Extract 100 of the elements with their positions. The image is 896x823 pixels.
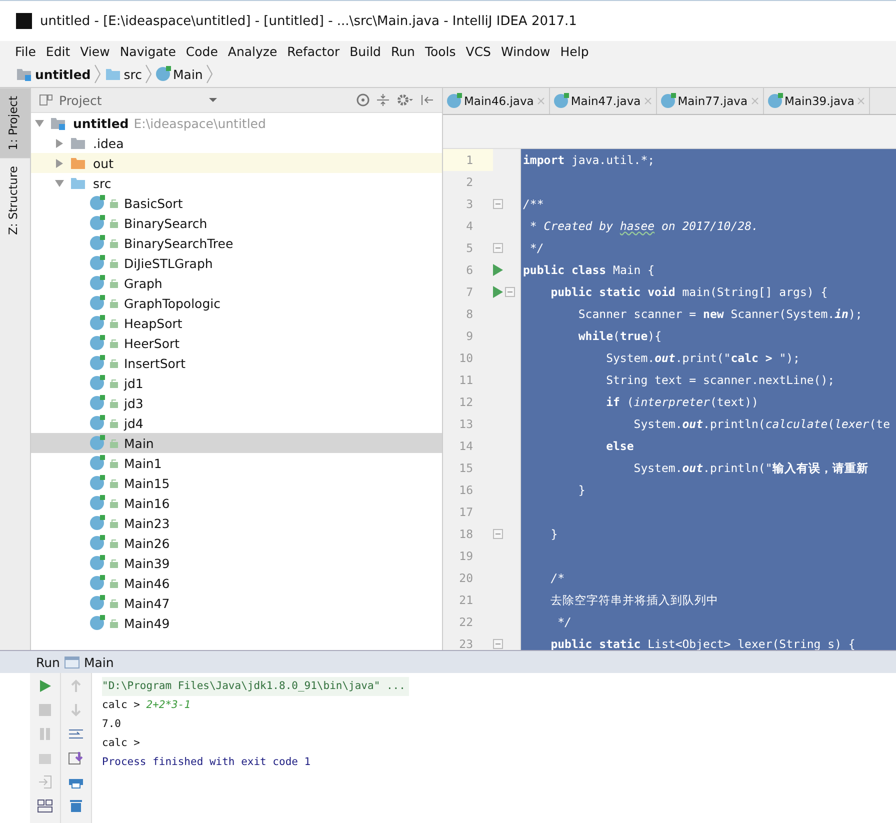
tree-row[interactable]: HeerSort — [31, 333, 442, 353]
lock-icon — [109, 338, 119, 348]
breadcrumb-item[interactable]: Main — [173, 66, 203, 82]
tree-row[interactable]: jd4 — [31, 413, 442, 433]
tree-row[interactable]: Main15 — [31, 473, 442, 493]
menu-item[interactable]: View — [75, 44, 115, 58]
tree-row[interactable]: BasicSort — [31, 193, 442, 213]
menu-item[interactable]: Help — [555, 44, 594, 58]
menu-item[interactable]: Analyze — [222, 44, 282, 58]
tree-item-label: out — [93, 156, 114, 170]
tree-row[interactable]: Main47 — [31, 593, 442, 613]
close-icon[interactable] — [644, 97, 652, 105]
chevron-icon — [145, 64, 152, 84]
menu-item[interactable]: File — [10, 44, 41, 58]
menu-item[interactable]: Edit — [40, 44, 76, 58]
settings-icon[interactable] — [396, 93, 414, 107]
up-arrow-icon[interactable] — [69, 679, 83, 693]
tree-row[interactable]: Main26 — [31, 533, 442, 553]
code-area[interactable] — [521, 149, 896, 650]
fold-marker-icon[interactable] — [493, 639, 503, 649]
code-line: */ — [528, 241, 544, 255]
collapse-icon[interactable] — [376, 93, 390, 107]
run-icon[interactable] — [38, 679, 52, 693]
tree-row[interactable]: Main — [31, 433, 442, 453]
menu-item[interactable]: Build — [344, 44, 386, 58]
side-tab[interactable]: 1: Project — [0, 88, 30, 158]
line-number: 1 — [443, 149, 493, 171]
tree-row[interactable]: src — [31, 173, 442, 193]
tree-row[interactable]: Main1 — [31, 453, 442, 473]
menu-item[interactable]: Navigate — [114, 44, 181, 58]
side-tab[interactable]: Z: Structure — [0, 158, 30, 244]
code-line: } — [550, 527, 558, 541]
fold-marker-icon[interactable] — [493, 199, 503, 209]
close-icon[interactable] — [857, 97, 866, 105]
tree-row[interactable]: GraphTopologic — [31, 293, 442, 313]
scroll-to-end-icon[interactable] — [68, 751, 84, 765]
editor-tab[interactable]: Main46.java — [443, 88, 550, 114]
run-icon[interactable] — [493, 286, 503, 298]
tree-row[interactable]: DiJieSTLGraph — [31, 253, 442, 273]
window-title: untitled - [E:\ideaspace\untitled] - [untitled] - ...\src\Main.java - IntelliJ IDEA 2017.1 — [40, 14, 577, 28]
menu-item[interactable]: Refactor — [282, 44, 345, 58]
pause-icon[interactable] — [38, 727, 52, 741]
lock-icon — [109, 358, 119, 368]
lock-icon — [109, 558, 119, 568]
tree-row[interactable]: Main39 — [31, 553, 442, 573]
tree-row[interactable]: Main46 — [31, 573, 442, 593]
menu-item[interactable]: Run — [386, 44, 420, 58]
down-arrow-icon[interactable] — [69, 703, 83, 717]
line-number: 8 — [465, 306, 474, 323]
tree-row[interactable]: HeapSort — [31, 313, 442, 333]
menu-item[interactable]: VCS — [460, 44, 496, 58]
menu-item[interactable]: Tools — [420, 44, 461, 58]
run-config-tab[interactable]: Main — [84, 654, 114, 670]
expand-arrow-icon[interactable] — [55, 138, 65, 148]
layout-icon[interactable] — [37, 799, 53, 813]
tree-row[interactable]: Graph — [31, 273, 442, 293]
menu-item[interactable]: Code — [180, 44, 223, 58]
tree-row[interactable]: jd1 — [31, 373, 442, 393]
class-icon — [90, 616, 104, 630]
tree-row[interactable]: InsertSort — [31, 353, 442, 373]
soft-wrap-icon[interactable] — [68, 727, 84, 741]
close-icon[interactable] — [750, 97, 759, 105]
expand-arrow-icon[interactable] — [55, 158, 65, 168]
tree-row[interactable]: jd3 — [31, 393, 442, 413]
class-icon — [90, 396, 104, 410]
expand-arrow-icon[interactable] — [55, 178, 65, 188]
close-icon[interactable] — [536, 97, 545, 105]
console-line: 7.0 — [102, 717, 121, 732]
tree-row[interactable]: .idea — [31, 133, 442, 153]
tree-row[interactable]: BinarySearchTree — [31, 233, 442, 253]
folder-icon — [104, 67, 121, 81]
tree-row[interactable]: Main23 — [31, 513, 442, 533]
code-line: public class Main { — [522, 263, 655, 277]
trash-icon[interactable] — [69, 799, 83, 813]
dropdown-caret-icon[interactable] — [208, 97, 218, 103]
breadcrumb-item[interactable]: src — [124, 66, 142, 82]
tree-row[interactable]: Main49 — [31, 613, 442, 633]
tree-row[interactable]: Main16 — [31, 493, 442, 513]
fold-marker-icon[interactable] — [493, 243, 503, 253]
class-icon — [90, 316, 104, 330]
tree-row[interactable]: out — [31, 153, 442, 173]
breadcrumb-item[interactable]: untitled — [35, 66, 91, 82]
editor-tab[interactable]: Main39.java — [764, 88, 870, 114]
code-line: System.out.println(calculate(lexer(te — [632, 417, 890, 431]
tree-item-label: Main49 — [124, 616, 170, 630]
menu-item[interactable]: Window — [496, 44, 556, 58]
fold-marker-icon[interactable] — [493, 529, 503, 539]
target-icon[interactable] — [356, 93, 370, 107]
tree-row[interactable]: untitled E:\ideaspace\untitled — [31, 113, 442, 133]
editor-tab[interactable]: Main47.java — [550, 88, 657, 114]
stop-icon[interactable] — [38, 703, 52, 717]
editor-tab[interactable]: Main77.java — [656, 88, 764, 114]
fold-marker-icon[interactable] — [505, 287, 515, 297]
run-icon[interactable] — [493, 264, 503, 276]
hide-panel-icon[interactable] — [420, 93, 434, 107]
expand-arrow-icon[interactable] — [35, 118, 45, 128]
exit-icon[interactable] — [38, 775, 52, 789]
lock-icon — [109, 218, 119, 228]
tree-row[interactable]: BinarySearch — [31, 213, 442, 233]
class-icon — [90, 576, 104, 590]
